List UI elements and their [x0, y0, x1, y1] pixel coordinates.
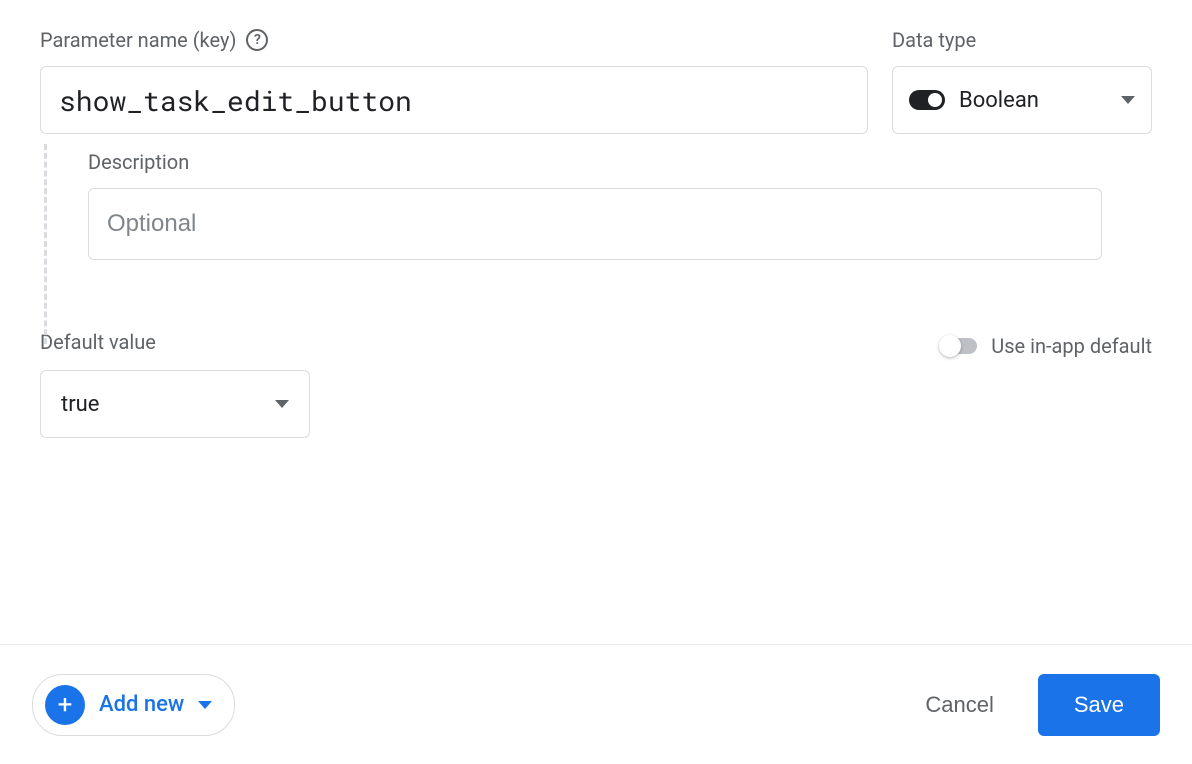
parameter-name-label: Parameter name (key) ? — [40, 28, 868, 52]
default-value-selected: true — [61, 392, 99, 417]
help-icon[interactable]: ? — [246, 29, 268, 51]
toggle-thumb — [939, 335, 961, 357]
add-new-button[interactable]: + Add new — [32, 674, 235, 736]
default-value-label: Default value — [40, 330, 310, 354]
data-type-label-text: Data type — [892, 28, 976, 52]
data-type-field: Data type Boolean — [892, 28, 1152, 134]
footer-actions: Cancel Save — [909, 674, 1160, 736]
data-type-selected: Boolean — [959, 88, 1107, 113]
data-type-label: Data type — [892, 28, 1152, 52]
toggle-switch[interactable] — [941, 338, 977, 354]
chevron-down-icon — [198, 701, 212, 709]
chevron-down-icon — [1121, 96, 1135, 104]
in-app-default-toggle[interactable]: Use in-app default — [941, 334, 1152, 358]
chevron-down-icon — [275, 400, 289, 408]
parameter-name-input[interactable] — [40, 66, 868, 134]
description-input[interactable] — [88, 188, 1102, 260]
save-button[interactable]: Save — [1038, 674, 1160, 736]
in-app-default-label: Use in-app default — [991, 334, 1152, 358]
parameter-name-label-text: Parameter name (key) — [40, 28, 236, 52]
plus-icon: + — [45, 685, 85, 725]
description-label: Description — [88, 150, 1152, 174]
parameter-name-field: Parameter name (key) ? — [40, 28, 868, 134]
data-type-select[interactable]: Boolean — [892, 66, 1152, 134]
description-block: Description — [88, 150, 1152, 260]
footer: + Add new Cancel Save — [0, 644, 1192, 764]
add-new-label: Add new — [99, 692, 184, 717]
boolean-icon — [909, 90, 945, 110]
cancel-button[interactable]: Cancel — [909, 680, 1009, 730]
default-value-select[interactable]: true — [40, 370, 310, 438]
tree-connector — [44, 144, 47, 344]
default-value-field: Default value true — [40, 330, 310, 438]
